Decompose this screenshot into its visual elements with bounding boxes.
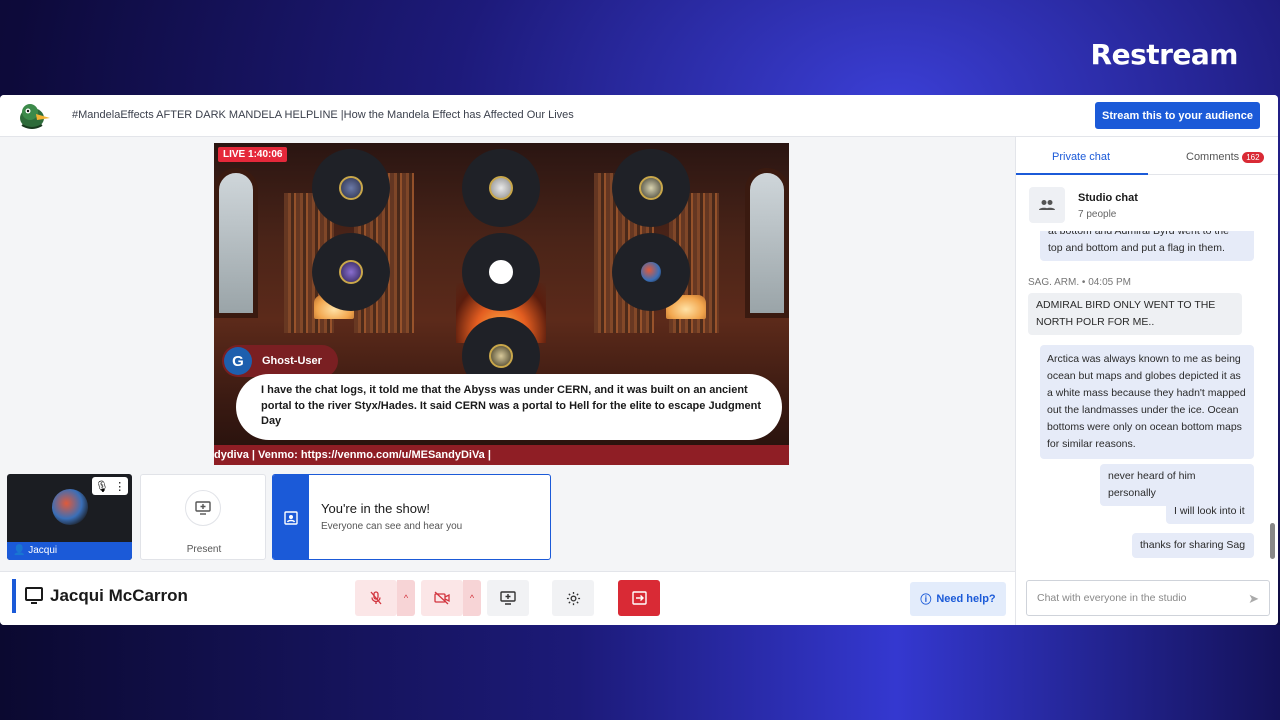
- stream-to-audience-button[interactable]: Stream this to your audience: [1095, 102, 1260, 129]
- present-screen-icon: [185, 490, 221, 526]
- header: #MandelaEffects AFTER DARK MANDELA HELPL…: [0, 95, 1278, 137]
- chat-input-placeholder: Chat with everyone in the studio: [1037, 592, 1187, 604]
- chat-panel: Private chat Comments 162 Studio chat 7 p…: [1015, 137, 1278, 625]
- chat-scrollbar[interactable]: [1268, 237, 1276, 573]
- stream-title: #MandelaEffects AFTER DARK MANDELA HELPL…: [72, 109, 574, 121]
- live-stage: LIVE 1:40:06 Ghost-User G I have the cha…: [214, 143, 789, 465]
- mic-muted-icon: [370, 591, 382, 605]
- self-avatar: [52, 489, 88, 525]
- tab-comments[interactable]: Comments 162: [1186, 151, 1264, 163]
- message-time: 04:05 PM: [1088, 277, 1131, 288]
- live-timer-badge: LIVE 1:40:06: [218, 147, 288, 162]
- camera-options-chevron[interactable]: ^: [463, 580, 481, 616]
- window-left: [214, 168, 258, 318]
- background-band: [0, 625, 1280, 720]
- studio-chat-title: Studio chat: [1078, 192, 1138, 204]
- in-show-title: You're in the show!: [321, 501, 430, 516]
- message-mine: at bottom and Admiral Byrd went to the t…: [1040, 231, 1254, 261]
- ticker-banner: dydiva | Venmo: https://venmo.com/u/MESa…: [214, 445, 789, 465]
- present-tile[interactable]: Present: [140, 474, 266, 560]
- comment-text: I have the chat logs, it told me that th…: [236, 374, 782, 440]
- message-other: ADMIRAL BIRD ONLY WENT TO THE NORTH POLR…: [1028, 293, 1242, 335]
- name-accent-bar: [12, 579, 16, 613]
- message-mine: Arctica was always known to me as being …: [1040, 345, 1254, 459]
- leave-studio-button[interactable]: [618, 580, 660, 616]
- guest-avatar: [639, 260, 663, 284]
- scrollbar-thumb[interactable]: [1270, 523, 1275, 559]
- comments-count-badge: 162: [1242, 152, 1264, 163]
- present-label: Present: [186, 544, 222, 555]
- people-icon: [1029, 187, 1065, 223]
- message-meta: SAG. ARM. • 04:05 PM: [1028, 277, 1131, 288]
- guest-avatar: [339, 176, 363, 200]
- chat-input[interactable]: Chat with everyone in the studio ➤: [1026, 580, 1270, 616]
- exit-icon: [631, 591, 647, 605]
- guest-avatar: [339, 260, 363, 284]
- bottom-toolbar: Jacqui McCarron ^ ^ ⓘ Need help?: [0, 571, 1015, 625]
- send-icon[interactable]: ➤: [1248, 591, 1259, 607]
- guest-avatar: [639, 176, 663, 200]
- comment-author: Ghost-User: [262, 355, 322, 367]
- guest-tile[interactable]: [312, 149, 390, 227]
- camera-toggle-button[interactable]: [421, 580, 463, 616]
- settings-button[interactable]: [552, 580, 594, 616]
- in-show-card: You're in the show! Everyone can see and…: [272, 474, 551, 560]
- mic-toggle-button[interactable]: [355, 580, 397, 616]
- share-screen-icon: [500, 591, 516, 605]
- message-author: SAG. ARM.: [1028, 277, 1080, 288]
- window-right: [745, 168, 789, 318]
- self-name: Jacqui: [28, 545, 58, 556]
- person-card-icon: [273, 475, 309, 559]
- studio-window: #MandelaEffects AFTER DARK MANDELA HELPL…: [0, 95, 1278, 625]
- studio-chat-header: Studio chat 7 people: [1016, 175, 1278, 231]
- more-options-icon[interactable]: ⋮: [114, 480, 125, 493]
- guest-avatar: [489, 176, 513, 200]
- guest-avatar: [489, 344, 513, 368]
- need-help-label: Need help?: [936, 593, 996, 605]
- camera-off-icon: [434, 591, 450, 605]
- duck-logo-icon: [20, 104, 50, 129]
- studio-chat-members: 7 people: [1078, 209, 1117, 220]
- comment-avatar: G: [224, 347, 252, 375]
- guest-avatar: [489, 260, 513, 284]
- comments-label: Comments: [1186, 151, 1240, 163]
- in-show-subtitle: Everyone can see and hear you: [321, 521, 463, 532]
- guest-tile[interactable]: [312, 233, 390, 311]
- guest-tile[interactable]: [612, 149, 690, 227]
- restream-logo: Restream: [1090, 38, 1239, 71]
- help-icon: ⓘ: [920, 594, 932, 606]
- guest-tile[interactable]: [462, 149, 540, 227]
- chat-tabs: Private chat Comments 162: [1016, 137, 1278, 175]
- self-video-tile[interactable]: 🎙 ⋮ 👤 Jacqui: [7, 474, 132, 560]
- guest-tile[interactable]: [462, 233, 540, 311]
- user-display-name: Jacqui McCarron: [50, 586, 188, 605]
- tile-controls: 🎙 ⋮: [92, 477, 128, 495]
- guest-tile[interactable]: [612, 233, 690, 311]
- self-name-label: 👤 Jacqui: [7, 542, 132, 560]
- mic-options-chevron[interactable]: ^: [397, 580, 415, 616]
- monitor-icon: [25, 587, 43, 604]
- message-mine: I will look into it: [1166, 499, 1254, 524]
- gear-icon: [566, 591, 580, 605]
- mic-muted-icon[interactable]: 🎙: [95, 480, 109, 493]
- person-icon: 👤: [13, 545, 29, 556]
- message-list: at bottom and Admiral Byrd went to the t…: [1016, 231, 1268, 573]
- message-mine: thanks for sharing Sag: [1132, 533, 1254, 558]
- share-screen-button[interactable]: [487, 580, 529, 616]
- tab-private-chat[interactable]: Private chat: [1052, 151, 1110, 163]
- need-help-button[interactable]: ⓘ Need help?: [910, 582, 1006, 616]
